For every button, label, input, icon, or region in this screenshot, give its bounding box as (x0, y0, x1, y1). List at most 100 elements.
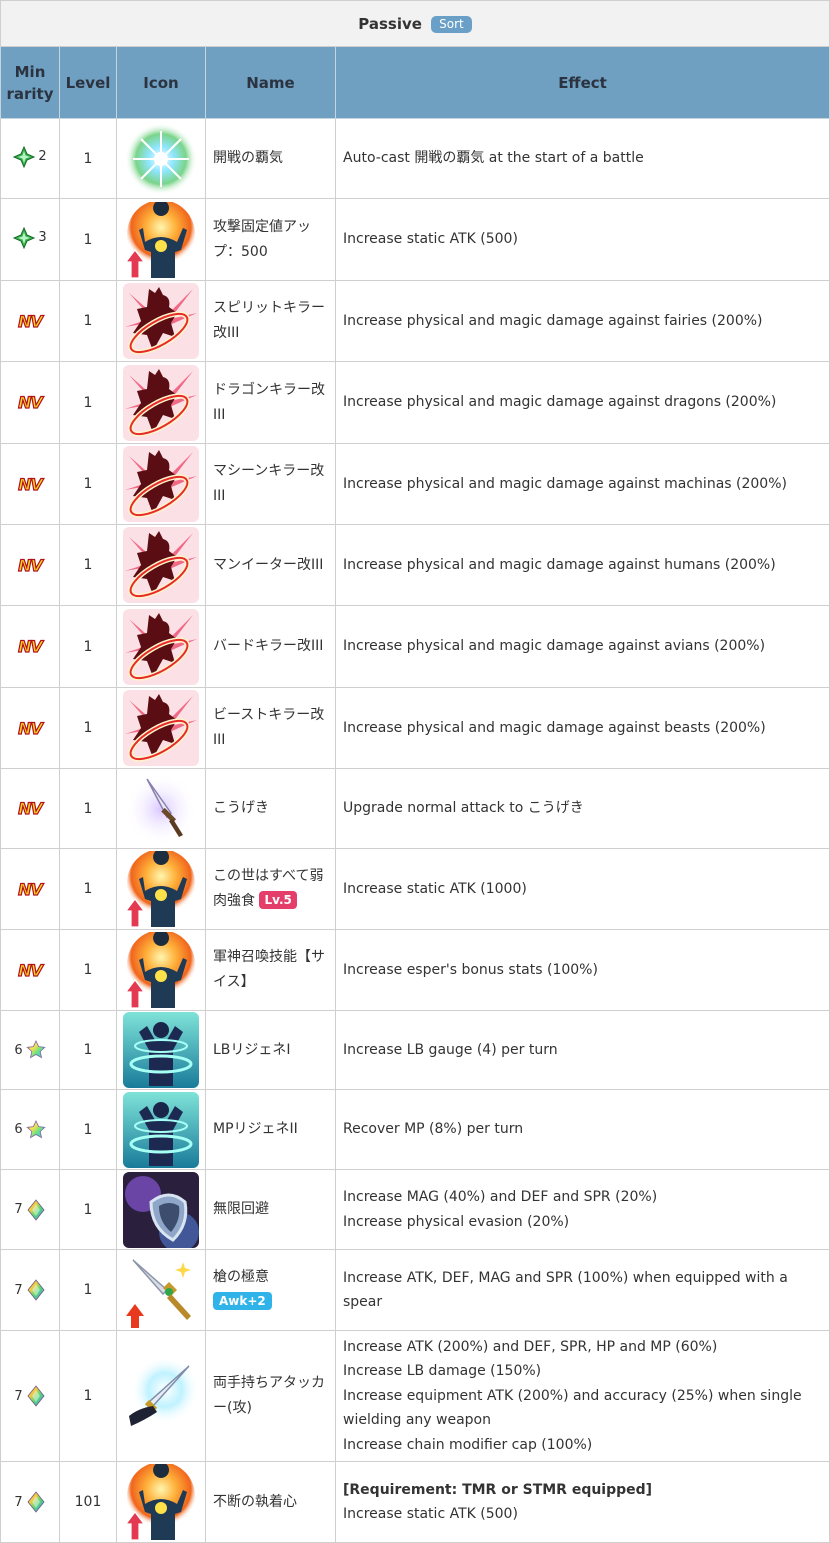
level-cell: 1 (59, 1249, 117, 1331)
ability-name[interactable]: こうげき (213, 800, 269, 816)
ability-name[interactable]: バードキラー改III (213, 638, 323, 654)
name-cell: MPリジェネII (205, 1089, 336, 1170)
icon-cell (116, 848, 206, 930)
name-cell: ドラゴンキラー改III (205, 361, 336, 444)
table-row: NV 1 バードキラー改III Increase physical and magic… (0, 605, 830, 688)
killer-icon (123, 364, 199, 441)
effect-line: Increase chain modifier cap (100%) (343, 1436, 593, 1453)
ability-name[interactable]: ビーストキラー改III (213, 707, 324, 748)
min-rarity-cell: NV (0, 443, 60, 525)
min-rarity-cell: 2 (0, 118, 60, 199)
effect-cell: Increase physical and magic damage again… (334, 361, 830, 444)
level-cell: 1 (59, 1010, 117, 1090)
rainbow-star-icon (25, 1040, 46, 1060)
stat-up-icon (123, 1464, 199, 1540)
ability-name[interactable]: ドラゴンキラー改III (213, 382, 325, 423)
effect-line: Increase static ATK (500) (343, 231, 518, 248)
rarity-value: 6 (14, 1122, 23, 1137)
effect-line: Increase esper's bonus stats (100%) (343, 961, 598, 978)
stat-up-icon (123, 851, 199, 927)
ability-name[interactable]: 不断の執着心 (213, 1494, 297, 1510)
header-name[interactable]: Name (205, 46, 336, 119)
ability-name[interactable]: LBリジェネI (213, 1042, 291, 1058)
effect-line: Increase ATK (200%) and DEF, SPR, HP and… (343, 1338, 718, 1355)
level-cell: 1 (59, 443, 117, 525)
sort-button[interactable]: Sort (431, 15, 472, 33)
prism-crystal-icon (26, 1279, 46, 1301)
table-row: NV 1 ドラゴンキラー改III Increase physical and magi… (0, 361, 830, 444)
rarity-value: 7 (14, 1282, 23, 1298)
effect-cell: Increase physical and magic damage again… (334, 280, 830, 362)
effect-cell: Increase MAG (40%) and DEF and SPR (20%)… (334, 1169, 830, 1250)
icon-cell (116, 280, 206, 362)
effect-cell: Increase physical and magic damage again… (334, 605, 830, 688)
nv-icon: NV (18, 718, 44, 738)
min-rarity-cell: 3 (0, 198, 60, 281)
header-icon[interactable]: Icon (116, 46, 206, 119)
killer-icon (123, 527, 199, 603)
nv-icon: NV (18, 960, 44, 980)
effect-line: Increase physical evasion (20%) (343, 1213, 570, 1230)
icon-cell (116, 929, 206, 1011)
ability-name[interactable]: マンイーター改III (213, 557, 323, 573)
table-row: NV 1 この世はすべて弱肉強食 Lv.5 Increase static ATK (… (0, 848, 830, 930)
ability-name[interactable]: 両手持ちアタッカー(攻) (213, 1375, 325, 1416)
icon-cell (116, 768, 206, 849)
level-cell: 1 (59, 361, 117, 444)
effect-cell: Upgrade normal attack to こうげき (334, 768, 830, 849)
effect-line: Upgrade normal attack to こうげき (343, 800, 584, 817)
icon-cell (116, 1089, 206, 1170)
regen-icon (123, 1091, 199, 1168)
level-cell: 1 (59, 1330, 117, 1462)
effect-line: Increase static ATK (1000) (343, 880, 527, 897)
icon-cell (116, 1010, 206, 1090)
effect-cell: Auto-cast 開戦の覇気 at the start of a battle (334, 118, 830, 199)
table-row: 6 1 MPリジェネII Recover MP (8%) per turn (0, 1089, 830, 1170)
effect-cell: Increase LB gauge (4) per turn (334, 1010, 830, 1090)
name-cell: 両手持ちアタッカー(攻) (205, 1330, 336, 1462)
shield-evade-icon (123, 1171, 199, 1248)
level-cell: 101 (59, 1461, 117, 1543)
ability-name[interactable]: MPリジェネII (213, 1121, 298, 1137)
effect-line: Increase physical and magic damage again… (343, 475, 787, 492)
level-cell: 1 (59, 687, 117, 769)
ability-name[interactable]: 無限回避 (213, 1201, 269, 1217)
header-min-rarity[interactable]: Min rarity (0, 46, 60, 119)
ability-name[interactable]: スピリットキラー改III (213, 300, 325, 341)
name-cell: 軍神召喚技能【サイス】 (205, 929, 336, 1011)
min-rarity-cell: NV (0, 687, 60, 769)
effect-cell: Recover MP (8%) per turn (334, 1089, 830, 1170)
effect-cell: Increase static ATK (500) (334, 198, 830, 281)
table-row: 7 101 不断の執着心 [Requirement: TMR or STMR equi… (0, 1461, 830, 1543)
icon-cell (116, 198, 206, 281)
header-effect[interactable]: Effect (334, 46, 830, 119)
icon-cell (116, 605, 206, 688)
stat-up-icon (123, 201, 199, 278)
effect-cell: Increase ATK (200%) and DEF, SPR, HP and… (334, 1330, 830, 1462)
ability-name[interactable]: 軍神召喚技能【サイス】 (213, 949, 325, 990)
ability-name[interactable]: 開戦の覇気 (213, 150, 283, 166)
min-rarity-cell: 6 (0, 1010, 60, 1090)
prism-crystal-icon (26, 1385, 46, 1407)
header-level[interactable]: Level (59, 46, 117, 119)
level-cell: 1 (59, 280, 117, 362)
min-rarity-cell: 6 (0, 1089, 60, 1170)
name-cell: 不断の執着心 (205, 1461, 336, 1543)
nv-icon: NV (18, 311, 44, 331)
level-cell: 1 (59, 524, 117, 606)
table-row: NV 1 マシーンキラー改III Increase physical and magi… (0, 443, 830, 525)
nv-icon: NV (18, 798, 44, 818)
ability-name[interactable]: マシーンキラー改III (213, 463, 324, 504)
name-cell: この世はすべて弱肉強食 Lv.5 (205, 848, 336, 930)
killer-icon (123, 690, 199, 766)
name-cell: 攻撃固定値アップ：500 (205, 198, 336, 281)
effect-line: Increase ATK, DEF, MAG and SPR (100%) wh… (343, 1269, 788, 1311)
effect-cell: Increase ATK, DEF, MAG and SPR (100%) wh… (334, 1249, 830, 1331)
effect-cell: [Requirement: TMR or STMR equipped] Incre… (334, 1461, 830, 1543)
table-row: NV 1 軍神召喚技能【サイス】 Increase esper's bonus sta… (0, 929, 830, 1011)
prism-crystal-icon (26, 1198, 46, 1221)
ability-name[interactable]: 攻撃固定値アップ：500 (213, 219, 311, 260)
ability-name[interactable]: 槍の極意 (213, 1269, 269, 1285)
min-rarity-cell: NV (0, 929, 60, 1011)
effect-cell: Increase esper's bonus stats (100%) (334, 929, 830, 1011)
